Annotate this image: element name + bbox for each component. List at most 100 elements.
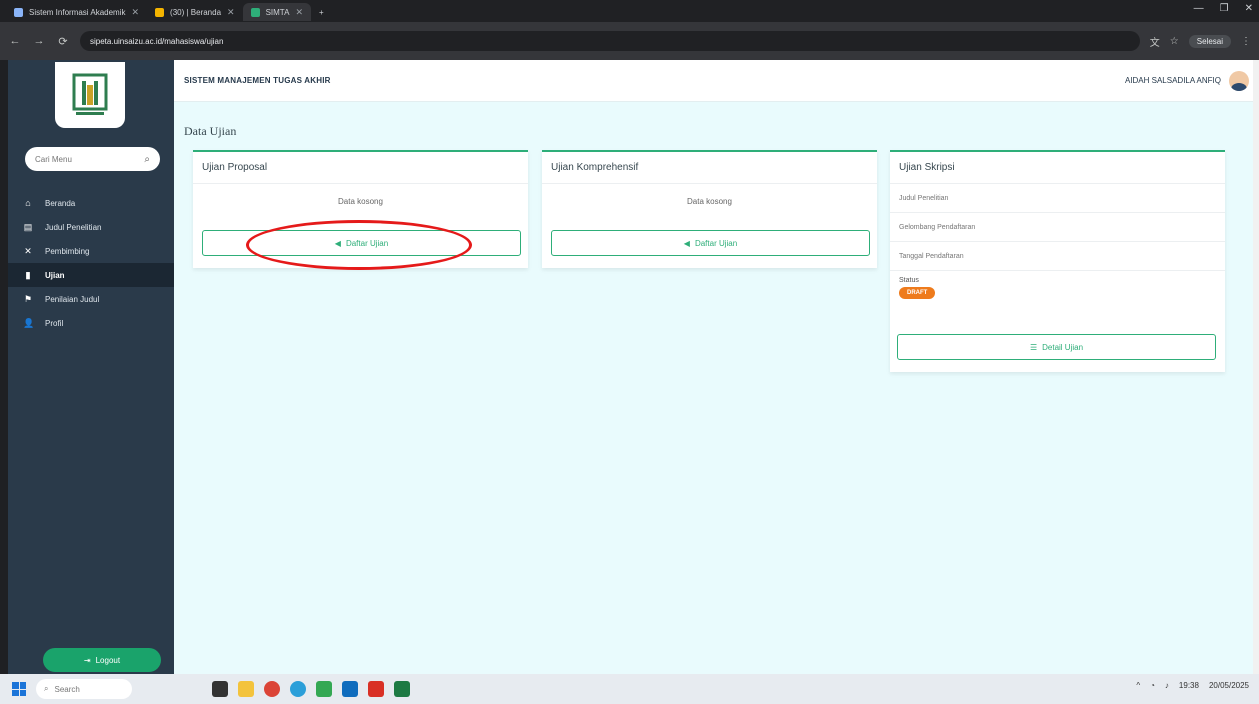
edge-icon[interactable] — [290, 681, 306, 697]
search-icon[interactable]: ⌕ — [144, 154, 150, 165]
menu-kebab-icon[interactable]: ⋮ — [1241, 36, 1251, 47]
window-controls: — ❐ ✕ — [1194, 3, 1253, 14]
empty-state-text: Data kosong — [687, 197, 732, 206]
chrome-icon[interactable] — [264, 681, 280, 697]
profile-button[interactable]: Selesai — [1188, 34, 1231, 48]
clock-time[interactable]: 19:38 — [1179, 681, 1199, 690]
bookmark-star-icon[interactable]: ☆ — [1170, 36, 1179, 47]
tab-close-icon[interactable]: ✕ — [131, 7, 139, 18]
tab-simta[interactable]: SIMTA ✕ — [242, 3, 311, 21]
sidebar-menu: ⌂ Beranda ▤ Judul Penelitian ✕ Pembimbin… — [8, 191, 174, 335]
sidebar-item-label: Ujian — [45, 270, 65, 280]
app-title: SISTEM MANAJEMEN TUGAS AKHIR — [184, 76, 331, 85]
status-block: Status DRAFT — [890, 271, 1225, 305]
taskbar-app-icon[interactable] — [212, 681, 228, 697]
tab-favicon-icon — [155, 7, 165, 17]
sidebar-item-penilaian-judul[interactable]: ⚑ Penilaian Judul — [8, 287, 174, 311]
tab-close-icon[interactable]: ✕ — [295, 7, 303, 18]
field-judul-penelitian: Judul Penelitian — [890, 184, 1225, 213]
sidebar: ⌕ ⌂ Beranda ▤ Judul Penelitian ✕ Pembimb… — [8, 60, 174, 674]
card-title: Ujian Proposal — [193, 152, 528, 184]
volume-icon[interactable]: ♪ — [1165, 681, 1169, 690]
status-badge: DRAFT — [899, 287, 936, 299]
page-scrollbar[interactable] — [1253, 60, 1259, 674]
address-bar[interactable]: sipeta.uinsaizu.ac.id/mahasiswa/ujian — [80, 31, 1140, 51]
university-logo — [55, 62, 125, 128]
tab-favicon-icon — [250, 7, 260, 17]
sidebar-item-label: Pembimbing — [45, 246, 90, 256]
card-ujian-proposal: Ujian Proposal Data kosong ◀ Daftar Ujia… — [193, 150, 528, 268]
document-icon: ▤ — [23, 221, 33, 232]
file-explorer-icon[interactable] — [238, 681, 254, 697]
button-label: Daftar Ujian — [694, 238, 738, 248]
field-tanggal-pendaftaran: Tanggal Pendaftaran — [890, 242, 1225, 271]
back-icon[interactable]: ← — [8, 35, 22, 47]
excel-icon[interactable] — [394, 681, 410, 697]
taskbar-apps — [212, 681, 410, 697]
flag-icon: ⚑ — [23, 293, 33, 304]
sidebar-item-label: Profil — [45, 318, 64, 328]
home-icon: ⌂ — [25, 198, 31, 208]
browser-tab-strip: Sistem Informasi Akademik ✕ (30) | Beran… — [0, 0, 1259, 22]
new-tab-button[interactable]: + — [311, 3, 332, 21]
windows-start-icon[interactable] — [12, 682, 26, 696]
logout-label: Logout — [95, 655, 121, 665]
avatar[interactable] — [1229, 70, 1249, 91]
close-icon: ✕ — [24, 245, 32, 256]
taskbar-app-icon[interactable] — [316, 681, 332, 697]
sidebar-item-ujian[interactable]: ▮ Ujian — [8, 263, 174, 287]
forward-icon[interactable]: → — [32, 35, 46, 47]
pdf-app-icon[interactable] — [368, 681, 384, 697]
browser-toolbar: ← → ⟳ sipeta.uinsaizu.ac.id/mahasiswa/uj… — [0, 22, 1259, 60]
maximize-icon[interactable]: ❐ — [1220, 3, 1229, 14]
daftar-ujian-proposal-button[interactable]: ◀ Daftar Ujian — [202, 230, 521, 256]
minimize-icon[interactable]: — — [1194, 3, 1204, 14]
sidebar-item-label: Beranda — [45, 198, 76, 208]
clock-date[interactable]: 20/05/2025 — [1209, 681, 1249, 690]
browser-toolbar-right: 文 ☆ Selesai ⋮ — [1150, 34, 1251, 49]
taskbar: ⌕ Search ^ ◔ ♪ 19:38 20/05/2025 — [0, 674, 1259, 704]
daftar-ujian-komprehensif-button[interactable]: ◀ Daftar Ujian — [551, 230, 870, 256]
field-gelombang-pendaftaran: Gelombang Pendaftaran — [890, 213, 1225, 242]
tab-label: SIMTA — [265, 7, 290, 17]
user-icon: 👤 — [23, 317, 35, 328]
sidebar-item-pembimbing[interactable]: ✕ Pembimbing — [8, 239, 174, 263]
send-icon: ◀ — [334, 238, 341, 248]
status-label: Status — [899, 277, 919, 284]
search-icon: ⌕ — [44, 684, 49, 693]
tab-favicon-icon — [14, 7, 23, 17]
logout-icon: ⇥ — [83, 655, 91, 665]
outlook-icon[interactable] — [342, 681, 358, 697]
translate-icon[interactable]: 文 — [1150, 34, 1160, 49]
page-title: Data Ujian — [184, 124, 237, 138]
sidebar-item-profil[interactable]: 👤 Profil — [8, 311, 174, 335]
send-icon: ◀ — [683, 238, 690, 248]
button-label: Daftar Ujian — [345, 238, 389, 248]
close-window-icon[interactable]: ✕ — [1245, 3, 1253, 14]
sidebar-item-label: Penilaian Judul — [45, 294, 100, 304]
list-icon: ☰ — [1029, 342, 1038, 352]
card-ujian-komprehensif: Ujian Komprehensif Data kosong ◀ Daftar … — [542, 150, 877, 268]
sidebar-item-judul-penelitian[interactable]: ▤ Judul Penelitian — [8, 215, 174, 239]
top-header: SISTEM MANAJEMEN TUGAS AKHIR AIDAH SALSA… — [174, 60, 1259, 102]
button-label: Detail Ujian — [1042, 342, 1084, 352]
tab-close-icon[interactable]: ✕ — [227, 7, 235, 18]
taskbar-search-label: Search — [54, 684, 80, 694]
tab-beranda[interactable]: (30) | Beranda ✕ — [147, 3, 243, 21]
tab-label: (30) | Beranda — [170, 7, 222, 17]
main-content: SISTEM MANAJEMEN TUGAS AKHIR AIDAH SALSA… — [174, 60, 1259, 674]
logo-icon — [72, 73, 108, 115]
address-text: sipeta.uinsaizu.ac.id/mahasiswa/ujian — [90, 36, 224, 46]
detail-ujian-button[interactable]: ☰ Detail Ujian — [897, 334, 1216, 360]
logout-button[interactable]: ⇥ Logout — [43, 648, 161, 672]
user-menu[interactable]: AIDAH SALSADILA ANFIQ — [1125, 70, 1249, 91]
sidebar-search[interactable]: ⌕ — [25, 147, 160, 171]
reload-icon[interactable]: ⟳ — [56, 35, 70, 48]
taskbar-search[interactable]: ⌕ Search — [36, 679, 132, 699]
wifi-icon[interactable]: ◔ — [1150, 681, 1155, 690]
tray-chevron-icon[interactable]: ^ — [1136, 681, 1140, 690]
sidebar-item-beranda[interactable]: ⌂ Beranda — [8, 191, 174, 215]
system-tray: ^ ◔ ♪ 19:38 20/05/2025 — [1136, 681, 1249, 690]
search-input[interactable] — [35, 154, 125, 164]
tab-siakad[interactable]: Sistem Informasi Akademik ✕ — [6, 3, 147, 21]
